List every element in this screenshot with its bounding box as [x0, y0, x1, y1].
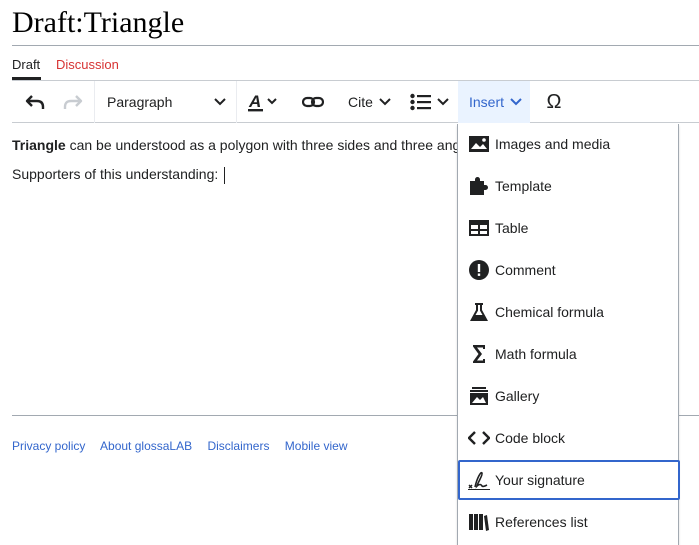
menu-item-label: Table: [495, 220, 529, 236]
footer-link-about[interactable]: About glossaLAB: [100, 439, 192, 453]
table-icon: [468, 217, 490, 239]
menu-item-label: Comment: [495, 262, 556, 278]
footer-link-mobile-view[interactable]: Mobile view: [285, 439, 348, 453]
menu-item-label: Math formula: [495, 346, 577, 362]
menu-item-your-signature[interactable]: Your signature: [458, 460, 680, 500]
cite-dropdown[interactable]: Cite: [348, 81, 392, 123]
chevron-down-icon: [437, 97, 449, 107]
undo-button[interactable]: [20, 81, 50, 123]
menu-item-label: Images and media: [495, 136, 611, 152]
text-style-dropdown[interactable]: A: [248, 81, 288, 123]
menu-item-label: Template: [495, 178, 552, 194]
special-character-button[interactable]: Ω: [542, 81, 566, 123]
menu-item-comment[interactable]: Comment: [458, 250, 680, 290]
menu-item-gallery[interactable]: Gallery: [458, 376, 680, 416]
title-divider: [12, 45, 699, 46]
comment-icon: [468, 259, 490, 281]
sigma-icon: [468, 343, 490, 365]
insert-menu: Images and media Template Table Comment …: [457, 124, 680, 545]
redo-icon: [63, 92, 83, 112]
paragraph-line: Supporters of this understanding:: [12, 164, 460, 184]
menu-item-label: References list: [495, 514, 588, 530]
list-dropdown[interactable]: [410, 81, 450, 123]
toolbar-separator: [236, 81, 237, 123]
menu-item-label: Code block: [495, 430, 566, 446]
tab-discussion[interactable]: Discussion: [56, 57, 119, 72]
flask-icon: [468, 301, 490, 323]
image-icon: [468, 133, 490, 155]
paragraph-text: Supporters of this understanding:: [12, 166, 219, 182]
puzzle-icon: [468, 175, 490, 197]
footer-links: Privacy policy About glossaLAB Disclaime…: [12, 439, 360, 453]
menu-item-table[interactable]: Table: [458, 208, 680, 248]
link-button[interactable]: [302, 81, 328, 123]
chevron-down-icon: [510, 97, 522, 107]
menu-item-label: Your signature: [495, 472, 585, 488]
text-cursor: [224, 166, 226, 184]
menu-item-label: Chemical formula: [495, 304, 604, 320]
menu-item-images-and-media[interactable]: Images and media: [458, 124, 680, 164]
toolbar-separator: [94, 81, 95, 123]
gallery-icon: [468, 385, 490, 407]
page-title: Draft:Triangle: [12, 6, 185, 39]
editor-content[interactable]: Triangle can be understood as a polygon …: [12, 135, 460, 184]
bulleted-list-icon: [410, 93, 432, 111]
svg-text:A: A: [248, 92, 261, 111]
footer-link-disclaimers[interactable]: Disclaimers: [207, 439, 269, 453]
signature-icon: [468, 469, 490, 491]
bold-term: Triangle: [12, 137, 66, 153]
menu-item-chemical-formula[interactable]: Chemical formula: [458, 292, 680, 332]
insert-dropdown[interactable]: Insert: [458, 81, 530, 123]
menu-item-code-block[interactable]: Code block: [458, 418, 680, 458]
paragraph-format-label: Paragraph: [107, 94, 173, 110]
paragraph-format-dropdown[interactable]: Paragraph: [107, 81, 232, 123]
chevron-down-icon: [214, 97, 226, 107]
references-icon: [468, 511, 490, 533]
editor-toolbar: Paragraph A Cite Insert Ω: [12, 81, 699, 123]
code-icon: [468, 427, 490, 449]
cite-label: Cite: [348, 94, 373, 110]
tab-draft[interactable]: Draft: [12, 57, 40, 72]
paragraph-text: can be understood as a polygon with thre…: [65, 137, 461, 153]
undo-icon: [25, 92, 45, 112]
menu-item-math-formula[interactable]: Math formula: [458, 334, 680, 374]
menu-item-references-list[interactable]: References list: [458, 502, 680, 542]
chevron-down-icon: [379, 97, 391, 107]
menu-item-template[interactable]: Template: [458, 166, 680, 206]
text-style-icon: A: [248, 92, 278, 112]
menu-item-label: Gallery: [495, 388, 540, 404]
paragraph-line: Triangle can be understood as a polygon …: [12, 135, 460, 155]
omega-icon: Ω: [546, 90, 562, 113]
redo-button[interactable]: [58, 81, 88, 123]
insert-label: Insert: [469, 94, 505, 110]
link-icon: [302, 92, 324, 112]
footer-link-privacy[interactable]: Privacy policy: [12, 439, 85, 453]
